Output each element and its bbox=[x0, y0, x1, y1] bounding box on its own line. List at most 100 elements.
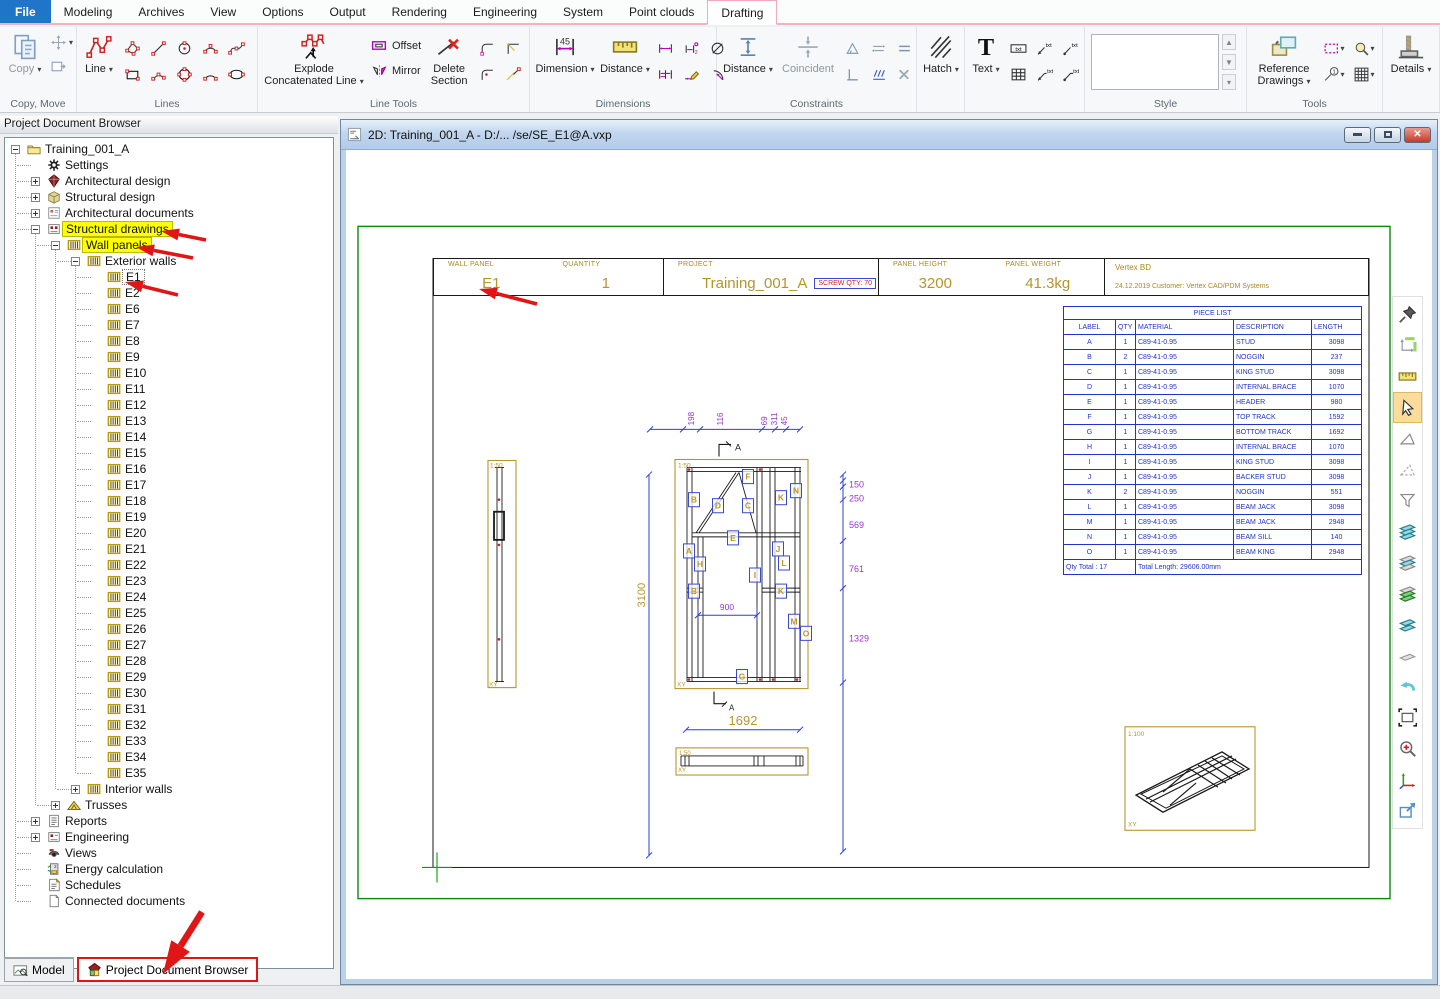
ribbon-button-perpendicular-icon[interactable] bbox=[844, 66, 861, 83]
ribbon-button-parallel-icon[interactable] bbox=[870, 40, 887, 57]
ribbon-button-rectangle-icon[interactable] bbox=[124, 66, 141, 83]
ribbon-button-angle-constraint-icon[interactable] bbox=[844, 40, 861, 57]
ribbon-button-leader-number-icon[interactable]: 1▾ bbox=[1323, 66, 1344, 83]
tree-item-e11[interactable]: E11 bbox=[106, 381, 148, 397]
ribbon-button-dim-baseline-icon[interactable] bbox=[657, 66, 674, 83]
tree-item-e33[interactable]: E33 bbox=[106, 733, 149, 749]
ribbon-button-text[interactable]: TText ▾ bbox=[967, 29, 1005, 97]
tree-item-exterior-walls[interactable]: Exterior walls bbox=[86, 253, 179, 269]
tree-item-architectural-documents[interactable]: Architectural documents bbox=[46, 205, 197, 221]
tree-item-e20[interactable]: E20 bbox=[106, 525, 149, 541]
tab-options[interactable]: Options bbox=[249, 0, 316, 23]
ribbon-button-paste-window-icon[interactable] bbox=[50, 57, 73, 75]
ribbon-button-line[interactable]: Line ▾ bbox=[79, 29, 119, 97]
tree-item-e23[interactable]: E23 bbox=[106, 573, 149, 589]
style-listbox[interactable] bbox=[1091, 34, 1219, 90]
style-scroll-up-icon[interactable]: ▲ bbox=[1222, 34, 1236, 50]
restore-button[interactable] bbox=[1374, 127, 1401, 143]
tree-expander-minus[interactable] bbox=[71, 257, 80, 266]
tree-item-e10[interactable]: E10 bbox=[106, 365, 149, 381]
tree-item-e22[interactable]: E22 bbox=[106, 557, 149, 573]
tree-item-views[interactable]: Views bbox=[46, 845, 100, 861]
ribbon-button-explode-concatenated-line[interactable]: ExplodeConcatenated Line ▾ bbox=[260, 29, 368, 97]
ribbon-button-table-icon[interactable] bbox=[1010, 66, 1027, 83]
panel-tab-model[interactable]: Model bbox=[4, 957, 74, 982]
ribbon-button-mirror[interactable]: Mirror bbox=[371, 62, 421, 79]
view-tool-undo-icon[interactable] bbox=[1393, 671, 1422, 702]
tree-expander-minus[interactable] bbox=[11, 145, 20, 154]
minimize-button[interactable] bbox=[1344, 127, 1371, 143]
tree-item-structural-design[interactable]: Structural design bbox=[46, 189, 158, 205]
view-tool-pin-icon[interactable] bbox=[1393, 299, 1422, 330]
tab-archives[interactable]: Archives bbox=[125, 0, 197, 23]
tree-item-engineering[interactable]: Engineering bbox=[46, 829, 132, 845]
ribbon-button-dimension[interactable]: 45Dimension ▾ bbox=[532, 29, 598, 97]
ribbon-button-arc-points-icon[interactable] bbox=[202, 40, 219, 57]
tree-item-trusses[interactable]: Trusses bbox=[66, 797, 130, 813]
tree-item-e18[interactable]: E18 bbox=[106, 493, 149, 509]
tree-expander-plus[interactable] bbox=[31, 193, 40, 202]
ribbon-button-leader-line-text-icon[interactable]: txt bbox=[1062, 40, 1079, 57]
tree-item-e25[interactable]: E25 bbox=[106, 605, 149, 621]
ribbon-button-polyline-arrow-icon[interactable] bbox=[150, 66, 167, 83]
tree-item-e26[interactable]: E26 bbox=[106, 621, 149, 637]
tree-item-e2[interactable]: E2 bbox=[106, 285, 143, 301]
ribbon-button-leader-line-text2-icon[interactable]: txt bbox=[1062, 66, 1079, 83]
tree-expander-plus[interactable] bbox=[31, 209, 40, 218]
tree-item-e12[interactable]: E12 bbox=[106, 397, 149, 413]
tab-system[interactable]: System bbox=[550, 0, 616, 23]
ribbon-button-equal-icon[interactable] bbox=[896, 40, 913, 57]
tab-file[interactable]: File bbox=[0, 0, 51, 23]
tab-output[interactable]: Output bbox=[317, 0, 379, 23]
ribbon-button-remove-constraint-icon[interactable] bbox=[896, 66, 913, 83]
ribbon-button-coincident[interactable]: Coincident bbox=[777, 29, 839, 97]
ribbon-button-segment-icon[interactable] bbox=[150, 40, 167, 57]
tree-expander-plus[interactable] bbox=[31, 177, 40, 186]
tree-item-e1[interactable]: E1 bbox=[106, 269, 145, 285]
ribbon-button-kite-icon[interactable] bbox=[124, 40, 141, 57]
ribbon-button-ellipse-icon[interactable] bbox=[228, 66, 245, 83]
tree-item-e28[interactable]: E28 bbox=[106, 653, 149, 669]
tree-item-e31[interactable]: E31 bbox=[106, 701, 149, 717]
ribbon-button-distance[interactable]: Distance ▾ bbox=[719, 29, 777, 97]
tab-drafting[interactable]: Drafting bbox=[707, 0, 777, 25]
view-tool-layers-cyan-icon[interactable] bbox=[1393, 516, 1422, 547]
tab-engineering[interactable]: Engineering bbox=[460, 0, 550, 23]
ribbon-button-magnify-tool-icon[interactable]: ▾ bbox=[1353, 40, 1374, 57]
view-tool-layers-green-icon[interactable] bbox=[1393, 578, 1422, 609]
tree-item-energy-calculation[interactable]: 2Energy calculation bbox=[46, 861, 166, 877]
tree-item-schedules[interactable]: Schedules bbox=[46, 877, 124, 893]
tree-item-architectural-design[interactable]: Architectural design bbox=[46, 173, 173, 189]
tab-view[interactable]: View bbox=[197, 0, 249, 23]
ribbon-button-circle-point-icon[interactable] bbox=[176, 40, 193, 57]
ribbon-button-distance[interactable]: Distance ▾ bbox=[598, 29, 652, 97]
tree-item-e7[interactable]: E7 bbox=[106, 317, 143, 333]
ribbon-button-leader-text-icon[interactable]: txt bbox=[1036, 40, 1053, 57]
tree-item-e32[interactable]: E32 bbox=[106, 717, 149, 733]
ribbon-button-fillet-point-icon[interactable] bbox=[479, 66, 496, 83]
ribbon-button-extend-icon[interactable] bbox=[505, 66, 522, 83]
tree-expander-plus[interactable] bbox=[31, 833, 40, 842]
tree-expander-plus[interactable] bbox=[51, 801, 60, 810]
tree-expander-plus[interactable] bbox=[31, 817, 40, 826]
view-tool-select-cursor-icon[interactable] bbox=[1393, 392, 1422, 423]
tree-item-interior-walls[interactable]: Interior walls bbox=[86, 781, 175, 797]
tree-item-e17[interactable]: E17 bbox=[106, 477, 149, 493]
ribbon-button-arc-icon[interactable] bbox=[202, 66, 219, 83]
drawing-window-titlebar[interactable]: 2D: Training_001_A - D:/... /se/SE_E1@A.… bbox=[341, 120, 1437, 150]
tree-item-wall-panels[interactable]: Wall panels bbox=[66, 237, 152, 253]
tree-expander-plus[interactable] bbox=[71, 785, 80, 794]
view-tool-zoom-in-icon[interactable] bbox=[1393, 733, 1422, 764]
tree-item-e15[interactable]: E15 bbox=[106, 445, 149, 461]
ribbon-button-reference-drawings[interactable]: ReferenceDrawings ▾ bbox=[1249, 29, 1319, 97]
tree-item-e8[interactable]: E8 bbox=[106, 333, 143, 349]
tree-item-e34[interactable]: E34 bbox=[106, 749, 149, 765]
tree-item-e27[interactable]: E27 bbox=[106, 637, 149, 653]
tree-item-e35[interactable]: E35 bbox=[106, 765, 149, 781]
tree-expander-minus[interactable] bbox=[31, 225, 40, 234]
tab-rendering[interactable]: Rendering bbox=[379, 0, 460, 23]
tree-item-e16[interactable]: E16 bbox=[106, 461, 149, 477]
ribbon-button-details[interactable]: Details ▾ bbox=[1385, 29, 1437, 97]
tree-item-e30[interactable]: E30 bbox=[106, 685, 149, 701]
view-tool-layers-gray-icon[interactable] bbox=[1393, 547, 1422, 578]
